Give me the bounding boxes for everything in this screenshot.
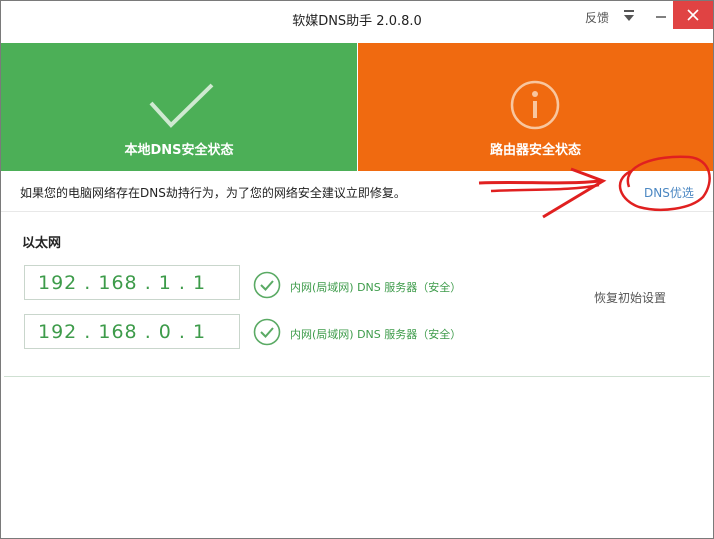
local-dns-status-label: 本地DNS安全状态 [124, 143, 234, 158]
minimize-icon [656, 16, 666, 18]
close-icon [687, 9, 699, 21]
feedback-link[interactable]: 反馈 [585, 9, 609, 26]
minimize-button[interactable] [649, 5, 673, 27]
dns-server-status: 内网(局域网) DNS 服务器（安全） [290, 281, 462, 294]
dns-server-status: 内网(局域网) DNS 服务器（安全） [290, 328, 462, 341]
dns-server-ip-field[interactable]: 192 . 168 . 1 . 1 [24, 265, 240, 300]
safe-check-icon [253, 318, 281, 346]
title-bar: 软媒DNS助手 2.0.8.0 反馈 [1, 1, 713, 39]
restore-defaults-link[interactable]: 恢复初始设置 [594, 289, 666, 306]
dns-server-ip-field[interactable]: 192 . 168 . 0 . 1 [24, 314, 240, 349]
close-button[interactable] [673, 1, 713, 29]
adapter-name: 以太网 [22, 236, 62, 251]
router-status-label: 路由器安全状态 [489, 143, 581, 158]
notice-bar: 如果您的电脑网络存在DNS劫持行为，为了您的网络安全建议立即修复。 DNS优选 [1, 171, 713, 212]
local-dns-status-tile[interactable]: 本地DNS安全状态 [1, 43, 357, 171]
info-icon [510, 80, 560, 130]
app-window: 软媒DNS助手 2.0.8.0 反馈 本地DNS安全状态 路由器安全状态 如果您… [0, 0, 714, 539]
router-status-tile[interactable]: 路由器安全状态 [358, 43, 713, 171]
checkmark-icon [149, 83, 214, 128]
menu-dropdown-button[interactable] [618, 7, 640, 27]
safe-check-icon [253, 271, 281, 299]
menu-dropdown-icon [624, 10, 634, 21]
section-divider [4, 376, 710, 377]
notice-text: 如果您的电脑网络存在DNS劫持行为，为了您的网络安全建议立即修复。 [20, 186, 406, 200]
dns-optimize-link[interactable]: DNS优选 [644, 184, 694, 201]
